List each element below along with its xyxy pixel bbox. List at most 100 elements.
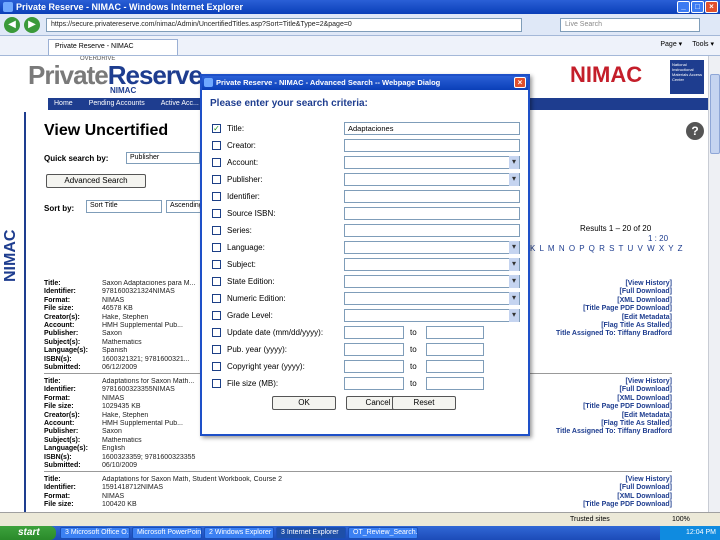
record-action-link[interactable]: [Edit Metadata] xyxy=(556,412,672,420)
criteria-select[interactable] xyxy=(344,173,520,186)
criteria-checkbox[interactable] xyxy=(212,345,221,354)
range-to-field[interactable] xyxy=(426,377,484,390)
record-action-link[interactable]: [View History] xyxy=(583,476,672,484)
record-action-link[interactable]: [Full Download] xyxy=(556,288,673,296)
page-menu[interactable]: Page ▾ xyxy=(660,40,682,48)
close-button[interactable]: × xyxy=(705,1,718,13)
forward-icon[interactable]: ▶ xyxy=(24,17,40,33)
start-button[interactable]: start xyxy=(0,526,56,540)
record-action-link[interactable]: [Title Page PDF Download] xyxy=(556,403,672,411)
record-action-link[interactable]: [View History] xyxy=(556,280,672,288)
criteria-checkbox[interactable] xyxy=(212,141,221,150)
criteria-row: Account: xyxy=(212,156,522,170)
help-icon[interactable]: ? xyxy=(686,122,704,140)
criteria-checkbox[interactable] xyxy=(212,192,221,201)
taskbar-item[interactable]: OT_Review_Search.p... xyxy=(348,527,418,539)
record-action-link: Title Assigned To: Tiffany Bradford xyxy=(555,428,672,436)
field-value: English xyxy=(102,445,125,453)
criteria-input[interactable] xyxy=(344,190,520,203)
advanced-search-button[interactable]: Advanced Search xyxy=(46,174,146,188)
record-action-link[interactable]: [XML Download] xyxy=(583,493,672,501)
criteria-checkbox[interactable] xyxy=(212,226,221,235)
criteria-input[interactable] xyxy=(344,139,520,152)
sort-field-select[interactable]: Sort Title xyxy=(86,200,162,213)
criteria-label: Title: xyxy=(227,124,245,133)
criteria-row: Numeric Edition: xyxy=(212,292,522,306)
nav-active-accounts[interactable]: Active Acc... xyxy=(161,100,199,108)
record-action-link[interactable]: [Flag Title As Stalled] xyxy=(556,322,672,330)
record-action-link[interactable]: [Edit Metadata] xyxy=(556,314,672,322)
range-from-field[interactable] xyxy=(344,326,404,339)
minimize-button[interactable]: _ xyxy=(677,1,690,13)
criteria-checkbox[interactable] xyxy=(212,294,221,303)
criteria-checkbox[interactable] xyxy=(212,328,221,337)
criteria-checkbox[interactable]: ✓ xyxy=(212,124,221,133)
field-value: 06/10/2009 xyxy=(102,462,138,470)
record-field: Language(s): English xyxy=(44,445,672,453)
record-action-link[interactable]: [XML Download] xyxy=(556,395,672,403)
nav-pending-accounts[interactable]: Pending Accounts xyxy=(89,100,145,108)
field-label: Title: xyxy=(44,476,61,483)
criteria-select[interactable] xyxy=(344,258,520,271)
criteria-checkbox[interactable] xyxy=(212,362,221,371)
criteria-checkbox[interactable] xyxy=(212,379,221,388)
pagination[interactable]: 1 : 20 xyxy=(648,234,668,243)
maximize-button[interactable]: □ xyxy=(691,1,704,13)
record-action-link[interactable]: [Full Download] xyxy=(583,484,673,492)
criteria-select[interactable] xyxy=(344,275,520,288)
record-action-link[interactable]: [Full Download] xyxy=(556,386,673,394)
criteria-select[interactable] xyxy=(344,156,520,169)
criteria-checkbox[interactable] xyxy=(212,175,221,184)
taskbar: start 3 Microsoft Office O... Microsoft P… xyxy=(0,526,720,540)
taskbar-item[interactable]: 3 Microsoft Office O... xyxy=(60,527,130,539)
tools-menu[interactable]: Tools ▾ xyxy=(692,40,714,48)
range-from-field[interactable] xyxy=(344,377,404,390)
criteria-checkbox[interactable] xyxy=(212,260,221,269)
address-field[interactable]: https://secure.privatereserve.com/nimac/… xyxy=(46,18,522,32)
criteria-checkbox[interactable] xyxy=(212,243,221,252)
criteria-select[interactable] xyxy=(344,309,520,322)
criteria-checkbox[interactable] xyxy=(212,311,221,320)
taskbar-item[interactable]: 3 Internet Explorer xyxy=(276,527,346,539)
range-to-label: to xyxy=(410,345,417,354)
range-from-field[interactable] xyxy=(344,360,404,373)
security-zone: Trusted sites xyxy=(570,516,610,523)
criteria-checkbox[interactable] xyxy=(212,158,221,167)
back-icon[interactable]: ◀ xyxy=(4,17,20,33)
criteria-input[interactable] xyxy=(344,207,520,220)
range-to-field[interactable] xyxy=(426,360,484,373)
alphabet-filter[interactable]: K L M N O P Q R S T U V W X Y Z xyxy=(530,244,684,253)
record-action-link[interactable]: [XML Download] xyxy=(556,297,672,305)
range-to-field[interactable] xyxy=(426,326,484,339)
record-action-link[interactable]: [View History] xyxy=(556,378,672,386)
criteria-input[interactable]: Adaptaciones xyxy=(344,122,520,135)
taskbar-item[interactable]: Microsoft PowerPoint... xyxy=(132,527,202,539)
zoom-level[interactable]: 100% xyxy=(672,516,690,523)
ok-button[interactable]: OK xyxy=(272,396,336,410)
record-separator xyxy=(44,471,672,472)
criteria-checkbox[interactable] xyxy=(212,209,221,218)
taskbar-item[interactable]: 2 Windows Explorer xyxy=(204,527,274,539)
criteria-input[interactable] xyxy=(344,224,520,237)
page-title: View Uncertified xyxy=(44,122,169,139)
record-action-link[interactable]: [Flag Title As Stalled] xyxy=(556,420,672,428)
nav-home[interactable]: Home xyxy=(54,100,73,108)
quick-search-select[interactable]: Publisher xyxy=(126,152,200,164)
record-action-link[interactable]: [Title Page PDF Download] xyxy=(556,305,672,313)
range-to-field[interactable] xyxy=(426,343,484,356)
search-input[interactable]: Live Search xyxy=(560,18,700,32)
criteria-select[interactable] xyxy=(344,292,520,305)
sort-direction-select[interactable]: Ascending xyxy=(166,200,202,213)
dialog-close-button[interactable]: × xyxy=(514,77,526,88)
reset-button[interactable]: Reset xyxy=(392,396,456,410)
tab-private-reserve[interactable]: Private Reserve - NIMAC xyxy=(48,39,178,55)
advanced-search-dialog: Private Reserve - NIMAC - Advanced Searc… xyxy=(200,74,530,436)
criteria-row: State Edition: xyxy=(212,275,522,289)
range-from-field[interactable] xyxy=(344,343,404,356)
criteria-label: File size (MB): xyxy=(227,379,279,388)
vertical-scrollbar[interactable] xyxy=(708,56,720,512)
criteria-checkbox[interactable] xyxy=(212,277,221,286)
dialog-title: Private Reserve - NIMAC - Advanced Searc… xyxy=(216,78,441,87)
criteria-select[interactable] xyxy=(344,241,520,254)
record-action-link[interactable]: [Title Page PDF Download] xyxy=(583,501,672,509)
